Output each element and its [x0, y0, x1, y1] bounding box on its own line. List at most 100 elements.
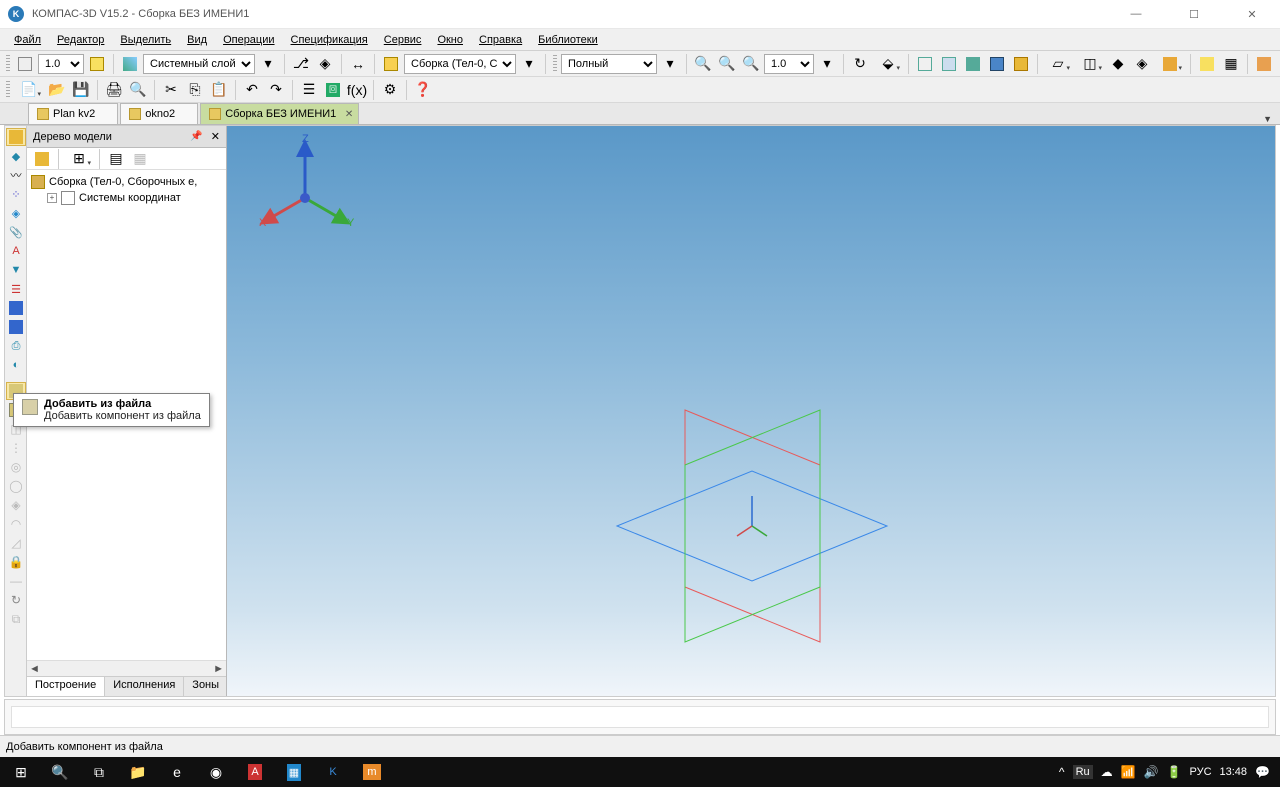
menu-view[interactable]: Вид: [179, 32, 215, 48]
aux-button[interactable]: ◈: [6, 204, 26, 222]
properties-button[interactable]: ☰: [298, 79, 320, 101]
dimension-button[interactable]: A: [6, 242, 26, 260]
property-input[interactable]: [11, 706, 1269, 728]
print-button[interactable]: 🖨: [103, 79, 125, 101]
search-button[interactable]: 🔍: [41, 757, 79, 787]
chamfer-button[interactable]: ◿: [6, 534, 26, 552]
spec-button[interactable]: ☰: [6, 280, 26, 298]
volume-icon[interactable]: 🔊: [1144, 765, 1159, 779]
filter-button[interactable]: ▼: [6, 261, 26, 279]
pin-icon[interactable]: 📌: [190, 131, 202, 142]
undo-button[interactable]: ↶: [241, 79, 263, 101]
clock[interactable]: 13:48: [1220, 766, 1248, 778]
menu-operations[interactable]: Операции: [215, 32, 282, 48]
vars-button[interactable]: 回: [322, 79, 344, 101]
orient-dd-button[interactable]: ⬙: [873, 53, 903, 75]
zoom-window-button[interactable]: 🔍: [716, 53, 738, 75]
maximize-button[interactable]: ☐: [1174, 8, 1214, 21]
tree-show-button[interactable]: ▦: [129, 148, 151, 170]
array-button[interactable]: ⋮: [6, 439, 26, 457]
move-button[interactable]: ↔: [347, 53, 369, 75]
autocad-button[interactable]: A: [236, 757, 274, 787]
curve-button[interactable]: 〰: [6, 166, 26, 184]
notifications-icon[interactable]: 💬: [1255, 765, 1270, 779]
fx-button[interactable]: f(x): [346, 79, 368, 101]
layer-combo[interactable]: Системный слой (0): [143, 54, 255, 74]
refresh-button[interactable]: [1196, 53, 1218, 75]
menu-edit[interactable]: Редактор: [49, 32, 112, 48]
lang-indicator[interactable]: Ru: [1073, 765, 1093, 779]
task-view-button[interactable]: ⧉: [80, 757, 118, 787]
menu-service[interactable]: Сервис: [376, 32, 430, 48]
lib-button[interactable]: ⚙: [379, 79, 401, 101]
zoom-in-button[interactable]: 🔍: [692, 53, 714, 75]
cloud-icon[interactable]: ☁: [1101, 765, 1113, 779]
tree-coords[interactable]: + Системы координат: [31, 190, 222, 206]
display-dd[interactable]: ▾: [659, 53, 681, 75]
wireframe-button[interactable]: [914, 53, 936, 75]
kompas-button[interactable]: K: [314, 757, 352, 787]
assembly-button[interactable]: [380, 53, 402, 75]
last-button[interactable]: [1253, 53, 1275, 75]
section-button[interactable]: ◫: [1075, 53, 1105, 75]
current-scale-button[interactable]: [14, 53, 36, 75]
zoom-combo[interactable]: 1.0: [764, 54, 814, 74]
display-combo[interactable]: Полный: [561, 54, 657, 74]
menu-spec[interactable]: Спецификация: [283, 32, 376, 48]
save-button[interactable]: 💾: [70, 79, 92, 101]
tabs-scroll-button[interactable]: ▼: [1255, 114, 1280, 124]
menu-libs[interactable]: Библиотеки: [530, 32, 606, 48]
open-button[interactable]: 📂: [46, 79, 68, 101]
edit-assembly-button[interactable]: [6, 128, 26, 146]
rotate-op-button[interactable]: ↻: [6, 591, 26, 609]
assembly-dd-button[interactable]: ▾: [518, 53, 540, 75]
hole-button[interactable]: ◯: [6, 477, 26, 495]
edge-button[interactable]: e: [158, 757, 196, 787]
orient-button[interactable]: ◈: [314, 53, 336, 75]
mold-button[interactable]: ◐: [6, 356, 26, 374]
explorer-button[interactable]: 📁: [119, 757, 157, 787]
ucs-button[interactable]: ⎇: [290, 53, 312, 75]
redo-button[interactable]: ↷: [265, 79, 287, 101]
shaded-edges-button[interactable]: [986, 53, 1008, 75]
network-icon[interactable]: 📶: [1121, 765, 1136, 779]
spatial-button[interactable]: ⁘: [6, 185, 26, 203]
mirror-button[interactable]: ⧉: [6, 610, 26, 628]
assembly-combo[interactable]: Сборка (Тел-0, Сбор: [404, 54, 516, 74]
simplify-button[interactable]: ◆: [1107, 53, 1129, 75]
close-panel-icon[interactable]: ✕: [211, 130, 220, 143]
shaded-button[interactable]: [962, 53, 984, 75]
zoom-dd[interactable]: ▾: [816, 53, 838, 75]
menu-select[interactable]: Выделить: [112, 32, 179, 48]
lang-text[interactable]: РУС: [1189, 766, 1211, 778]
step-button[interactable]: [86, 53, 108, 75]
perspect-button[interactable]: ▱: [1043, 53, 1073, 75]
menu-help[interactable]: Справка: [471, 32, 530, 48]
tree-root[interactable]: Сборка (Тел-0, Сборочных е,: [31, 174, 222, 190]
scale-op-button[interactable]: —: [6, 572, 26, 590]
copy-button[interactable]: ⎘: [184, 79, 206, 101]
start-button[interactable]: ⊞: [2, 757, 40, 787]
lock-button[interactable]: 🔒: [6, 553, 26, 571]
app-button[interactable]: m: [353, 757, 391, 787]
menu-window[interactable]: Окно: [429, 32, 471, 48]
tab-okno2[interactable]: okno2: [120, 103, 198, 124]
zoom-fit-button[interactable]: 🔍: [740, 53, 762, 75]
grip-icon[interactable]: [6, 81, 10, 99]
preview-button[interactable]: 🔍: [127, 79, 149, 101]
rebuild-button[interactable]: ▦: [1220, 53, 1242, 75]
paste-button[interactable]: 📋: [208, 79, 230, 101]
sheet-button[interactable]: ⎙: [6, 337, 26, 355]
minimize-button[interactable]: —: [1116, 8, 1156, 21]
tab-plankv2[interactable]: Plan kv2: [28, 103, 118, 124]
whats-this-button[interactable]: ❓: [412, 79, 434, 101]
grip-icon[interactable]: [6, 55, 10, 73]
bool-button[interactable]: ◎: [6, 458, 26, 476]
panel-tab-build[interactable]: Построение: [27, 677, 105, 696]
detail-button[interactable]: ◈: [1131, 53, 1153, 75]
tree-relations-button[interactable]: ⊞: [64, 148, 94, 170]
scale-combo[interactable]: 1.0: [38, 54, 84, 74]
fillet-button[interactable]: ◠: [6, 515, 26, 533]
tray-up-icon[interactable]: ^: [1059, 765, 1065, 779]
archicad-button[interactable]: ▦: [275, 757, 313, 787]
